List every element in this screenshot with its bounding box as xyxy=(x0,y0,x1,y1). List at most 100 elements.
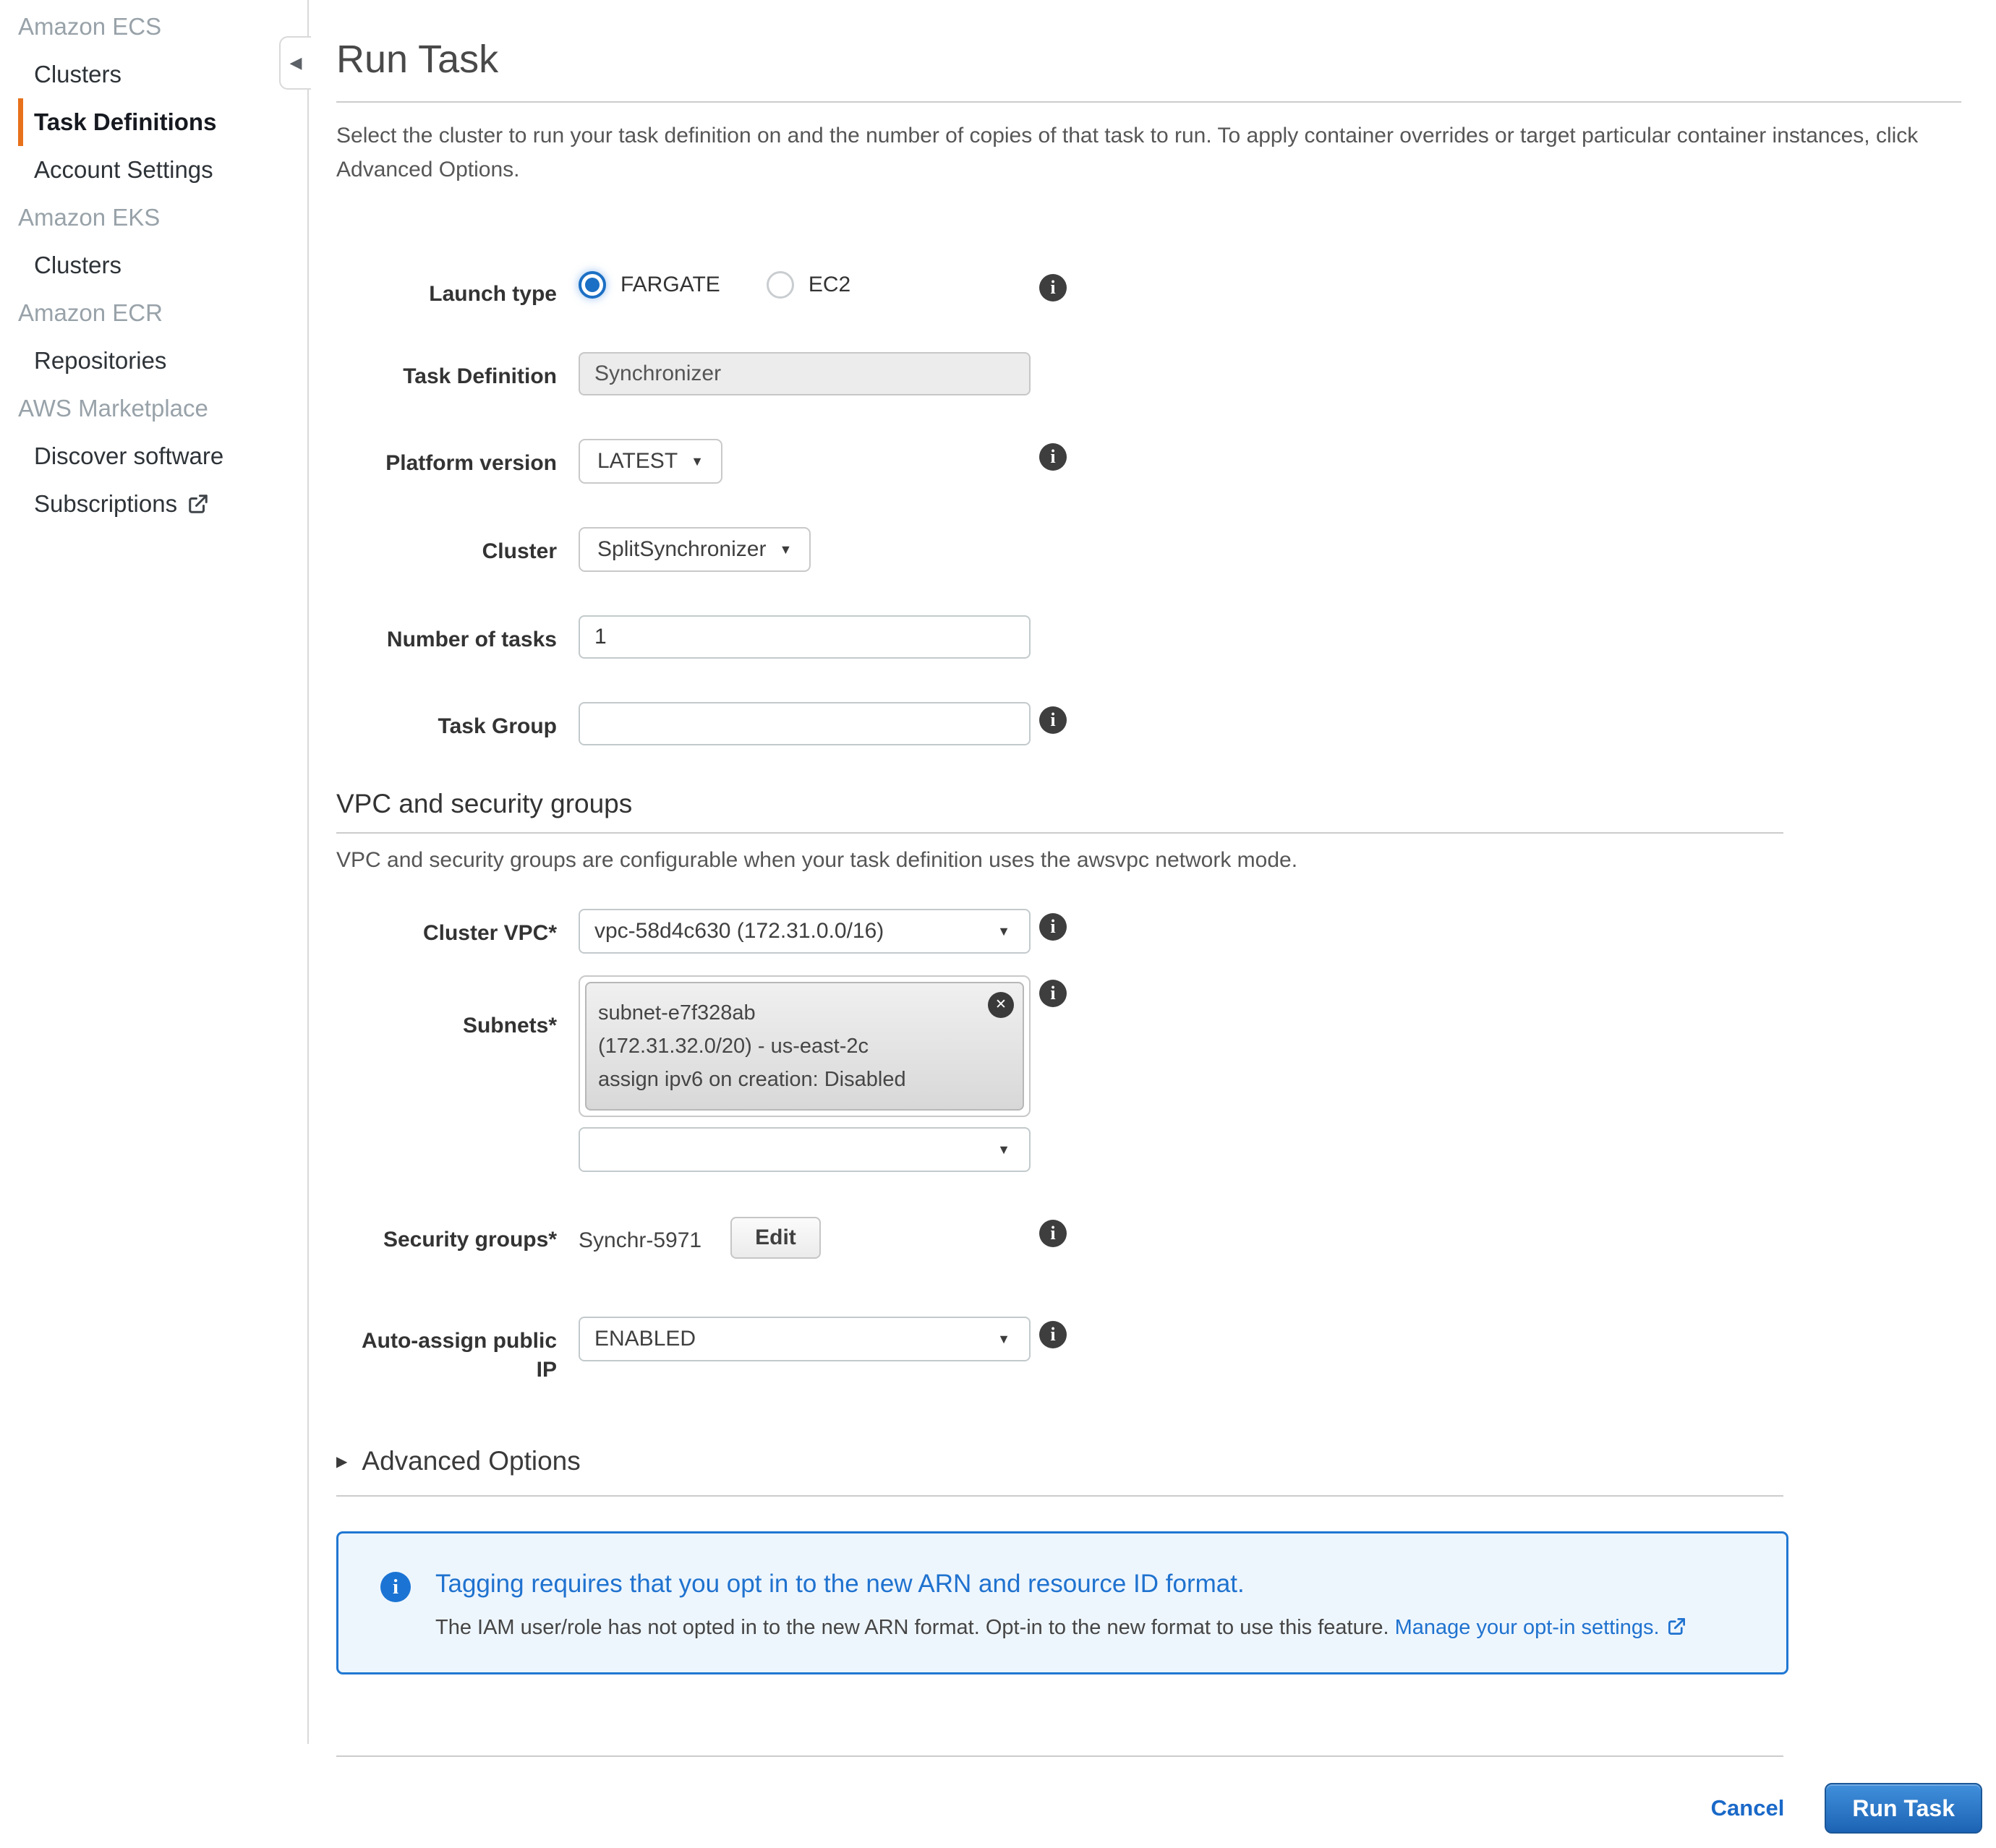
fargate-radio-label: FARGATE xyxy=(620,273,720,297)
footer-divider xyxy=(336,1755,1783,1757)
vpc-section-heading: VPC and security groups xyxy=(336,789,1961,819)
security-groups-value: Synchr-5971 xyxy=(579,1215,701,1259)
page-description: Select the cluster to run your task defi… xyxy=(336,119,1961,187)
sidebar-item-account-settings[interactable]: Account Settings xyxy=(0,146,307,194)
sidebar-item-task-definitions[interactable]: Task Definitions xyxy=(18,98,307,146)
cancel-button[interactable]: Cancel xyxy=(1711,1795,1785,1821)
alert-info-icon: i xyxy=(380,1572,411,1602)
sidebar-item-label: Repositories xyxy=(34,347,166,375)
sidebar-item-clusters-ecs[interactable]: Clusters xyxy=(0,51,307,98)
launch-type-options: FARGATE EC2 xyxy=(579,270,850,299)
alert-body: The IAM user/role has not opted in to th… xyxy=(435,1613,1686,1642)
task-group-info-icon[interactable]: i xyxy=(1039,706,1067,734)
sidebar-item-label: Account Settings xyxy=(34,156,213,184)
sidebar-collapse-button[interactable]: ◀ xyxy=(279,36,311,90)
run-task-button[interactable]: Run Task xyxy=(1825,1783,1982,1834)
sidebar-item-label: Clusters xyxy=(34,61,121,88)
fargate-radio[interactable] xyxy=(579,271,606,299)
sidebar-header-amazon-eks: Amazon EKS xyxy=(0,194,307,241)
security-groups-label: Security groups* xyxy=(336,1215,557,1254)
caret-down-icon: ▼ xyxy=(997,1332,1010,1347)
sidebar-header-amazon-ecs: Amazon ECS xyxy=(0,3,307,51)
collapse-arrow-icon: ◀ xyxy=(290,54,302,72)
subnet-chip-line1: subnet-e7f328ab xyxy=(598,996,972,1030)
cluster-vpc-label: Cluster VPC* xyxy=(336,909,557,948)
remove-subnet-button[interactable]: ✕ xyxy=(988,992,1014,1018)
subnet-chip-line3: assign ipv6 on creation: Disabled xyxy=(598,1063,972,1096)
platform-version-info-icon[interactable]: i xyxy=(1039,443,1067,471)
sidebar-item-label: Clusters xyxy=(34,252,121,279)
auto-assign-ip-value: ENABLED xyxy=(594,1327,696,1351)
task-definition-input xyxy=(579,352,1031,395)
number-of-tasks-input[interactable] xyxy=(579,615,1031,659)
task-definition-label: Task Definition xyxy=(336,352,557,391)
main-content: Run Task Select the cluster to run your … xyxy=(310,0,1996,1848)
ec2-radio-label: EC2 xyxy=(809,273,850,297)
sidebar-item-discover-software[interactable]: Discover software xyxy=(0,432,307,480)
cluster-vpc-select[interactable]: vpc-58d4c630 (172.31.0.0/16) ▼ xyxy=(579,909,1031,954)
advanced-options-toggle[interactable]: ▶ Advanced Options xyxy=(336,1446,1961,1476)
cluster-vpc-row: Cluster VPC* vpc-58d4c630 (172.31.0.0/16… xyxy=(336,909,1783,954)
cluster-label: Cluster xyxy=(336,527,557,566)
caret-down-icon: ▼ xyxy=(997,924,1010,939)
cluster-vpc-info-icon[interactable]: i xyxy=(1039,913,1067,941)
manage-optin-link-label: Manage your opt-in settings. xyxy=(1395,1616,1660,1639)
advanced-options-label: Advanced Options xyxy=(362,1446,580,1476)
caret-down-icon: ▼ xyxy=(779,542,792,557)
add-subnet-select[interactable]: ▼ xyxy=(579,1127,1031,1172)
platform-version-value: LATEST xyxy=(597,449,678,474)
sidebar-item-label: Task Definitions xyxy=(34,108,216,136)
subnet-chip-line2: (172.31.32.0/20) - us-east-2c xyxy=(598,1030,972,1063)
sidebar-item-label: Discover software xyxy=(34,442,223,470)
auto-assign-ip-label: Auto-assign public IP xyxy=(336,1317,557,1385)
security-groups-row: Security groups* Synchr-5971 Edit i xyxy=(336,1215,1783,1259)
security-groups-info-icon[interactable]: i xyxy=(1039,1220,1067,1247)
subnets-info-icon[interactable]: i xyxy=(1039,980,1067,1007)
sidebar-header-label: Amazon ECS xyxy=(18,13,161,40)
ec2-radio[interactable] xyxy=(767,271,794,299)
page-title: Run Task xyxy=(336,39,1961,80)
caret-down-icon: ▼ xyxy=(691,454,704,469)
alert-body-text: The IAM user/role has not opted in to th… xyxy=(435,1616,1389,1639)
platform-version-dropdown[interactable]: LATEST ▼ xyxy=(579,439,722,484)
platform-version-row: Platform version LATEST ▼ i xyxy=(336,439,1783,484)
cluster-value: SplitSynchronizer xyxy=(597,537,766,562)
arn-optin-alert: i Tagging requires that you opt in to th… xyxy=(336,1531,1788,1674)
external-link-icon xyxy=(187,493,209,515)
sidebar-header-label: Amazon ECR xyxy=(18,299,163,327)
auto-assign-ip-row: Auto-assign public IP ENABLED ▼ i xyxy=(336,1317,1783,1385)
auto-assign-ip-select[interactable]: ENABLED ▼ xyxy=(579,1317,1031,1361)
number-of-tasks-row: Number of tasks xyxy=(336,615,1783,659)
launch-type-label: Launch type xyxy=(336,270,557,309)
sidebar: Amazon ECS Clusters Task Definitions Acc… xyxy=(0,0,309,1744)
launch-type-row: Launch type FARGATE EC2 i xyxy=(336,270,1783,309)
platform-version-label: Platform version xyxy=(336,439,557,478)
title-divider xyxy=(336,101,1961,103)
task-group-input[interactable] xyxy=(579,702,1031,745)
footer-actions: Cancel Run Task xyxy=(336,1783,1982,1848)
run-task-form: Launch type FARGATE EC2 i Task Definitio… xyxy=(336,270,1783,745)
sidebar-item-label: Subscriptions xyxy=(34,490,177,518)
cluster-dropdown[interactable]: SplitSynchronizer ▼ xyxy=(579,527,811,572)
vpc-section-description: VPC and security groups are configurable… xyxy=(336,848,1961,873)
sidebar-header-label: AWS Marketplace xyxy=(18,395,208,422)
task-group-row: Task Group i xyxy=(336,702,1783,745)
launch-type-info-icon[interactable]: i xyxy=(1039,274,1067,301)
task-definition-row: Task Definition xyxy=(336,352,1783,395)
sidebar-header-label: Amazon EKS xyxy=(18,204,160,231)
sidebar-item-repositories[interactable]: Repositories xyxy=(0,337,307,385)
vpc-section-divider xyxy=(336,832,1783,834)
caret-down-icon: ▼ xyxy=(997,1142,1010,1158)
manage-optin-link[interactable]: Manage your opt-in settings. xyxy=(1395,1616,1686,1639)
sidebar-item-subscriptions[interactable]: Subscriptions xyxy=(0,480,307,528)
task-group-label: Task Group xyxy=(336,702,557,741)
chevron-right-icon: ▶ xyxy=(336,1453,347,1471)
sidebar-item-clusters-eks[interactable]: Clusters xyxy=(0,241,307,289)
advanced-options-divider xyxy=(336,1495,1783,1497)
sidebar-header-amazon-ecr: Amazon ECR xyxy=(0,289,307,337)
edit-security-groups-button[interactable]: Edit xyxy=(730,1217,821,1259)
external-link-icon xyxy=(1667,1617,1686,1636)
auto-assign-ip-info-icon[interactable]: i xyxy=(1039,1321,1067,1348)
vpc-form: Cluster VPC* vpc-58d4c630 (172.31.0.0/16… xyxy=(336,909,1783,1385)
subnets-label: Subnets* xyxy=(336,975,557,1040)
